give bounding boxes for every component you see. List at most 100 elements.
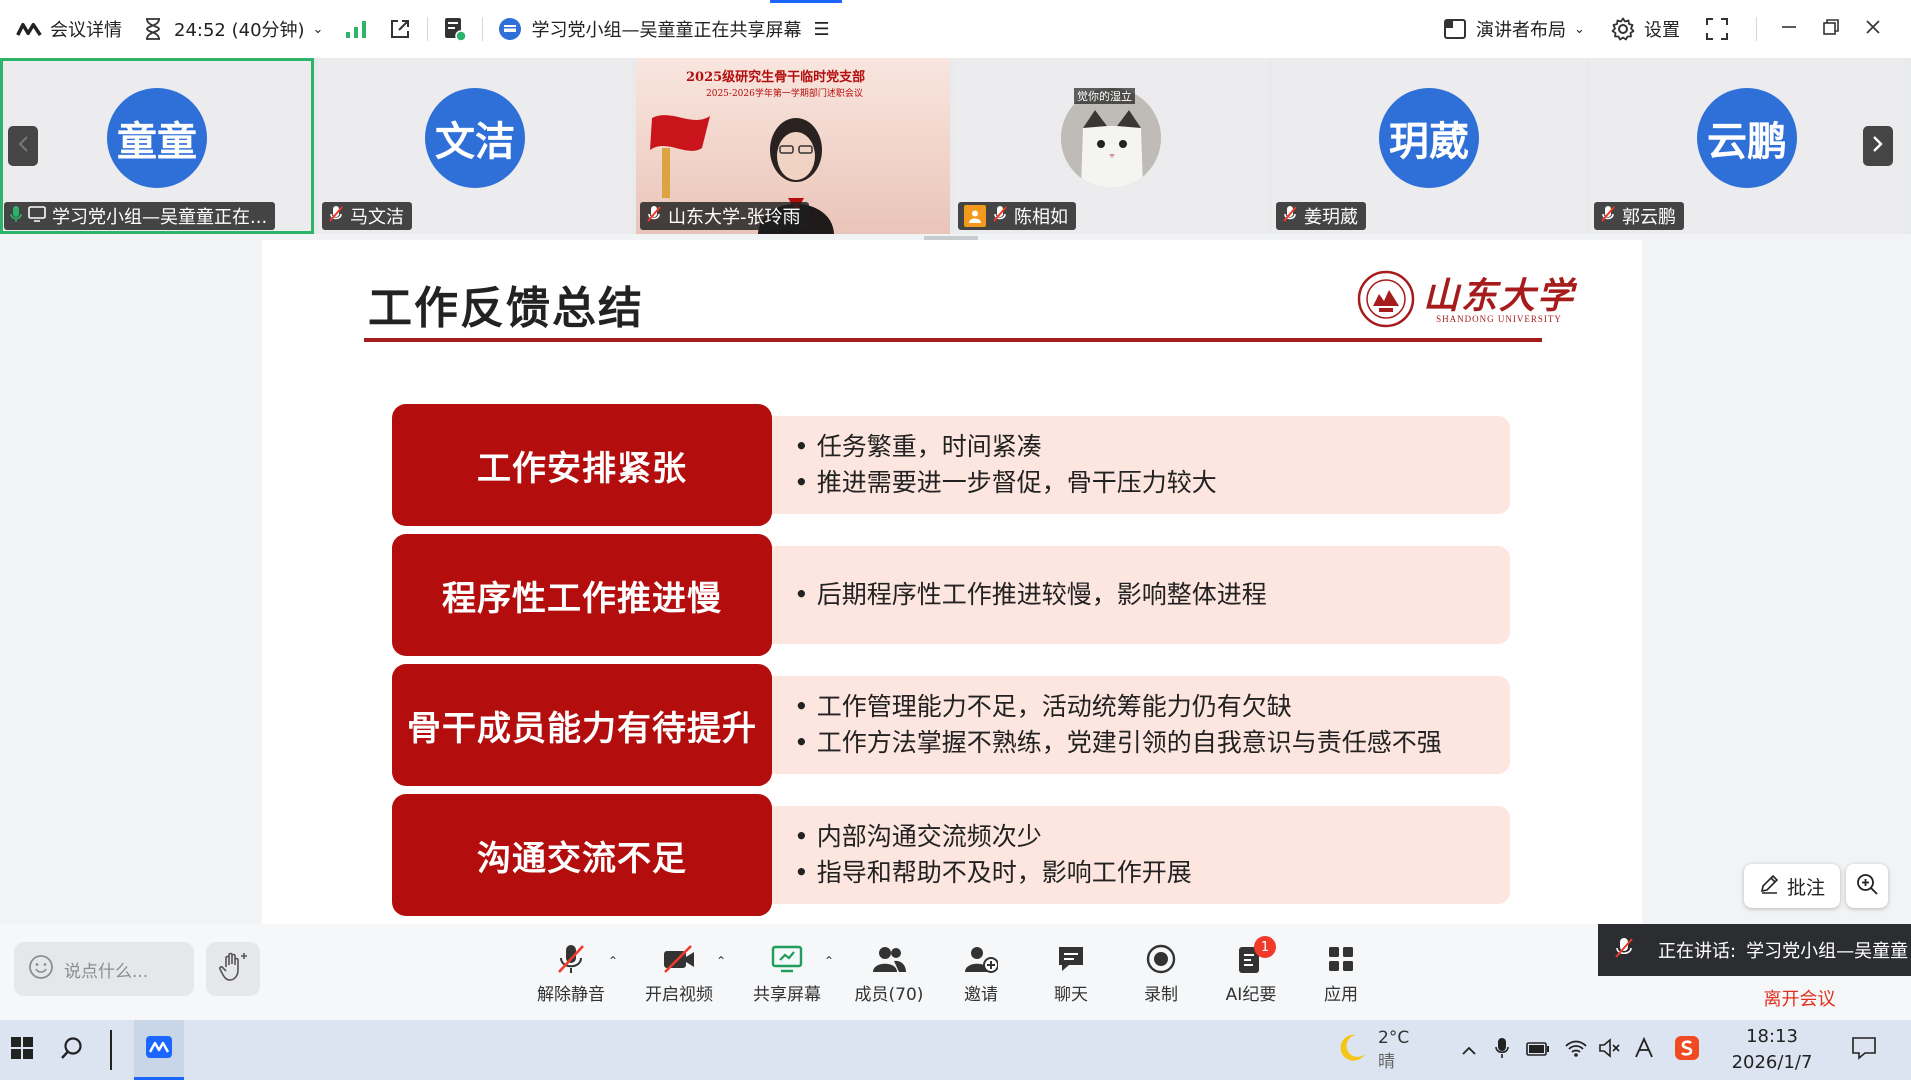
zoom-in-button[interactable] <box>1846 864 1888 908</box>
layout-button[interactable]: 演讲者布局 ⌄ <box>1442 0 1585 58</box>
notification-badge: 1 <box>1254 936 1276 958</box>
start-video-button[interactable]: 开启视频 <box>634 942 724 1005</box>
strip-next-button[interactable] <box>1863 126 1893 166</box>
logo-text-main: 山东大学 <box>1423 275 1576 317</box>
avatar: 文洁 <box>425 88 525 188</box>
emoji-icon <box>28 954 54 985</box>
participant-tile[interactable]: 觉你的湿立 陈相如 <box>954 58 1268 234</box>
members-button[interactable]: 成员(70) <box>844 942 934 1005</box>
ime-icon <box>1633 1036 1655 1063</box>
chat-icon <box>1054 942 1088 976</box>
taskbar-divider <box>108 1020 114 1080</box>
logo-text: 山东大学 SHANDONG UNIVERSITY <box>1423 278 1575 324</box>
chevron-up-icon[interactable]: ⌃ <box>608 954 618 968</box>
share-screen-button[interactable]: 共享屏幕 <box>742 942 832 1005</box>
row-points: 任务繁重，时间紧凑 推进需要进一步督促，骨干压力较大 <box>752 416 1510 514</box>
avatar: 童童 <box>107 88 207 188</box>
ai-minutes-button[interactable]: 1 AI纪要 <box>1206 936 1296 1005</box>
participant-tile[interactable]: 文洁 马文洁 <box>318 58 632 234</box>
fullscreen-button[interactable] <box>1704 0 1730 58</box>
start-button[interactable] <box>4 1020 40 1080</box>
timer-text: 24:52 (40分钟) <box>174 20 305 41</box>
participant-tile[interactable]: 童童 学习党小组—吴童童正在... <box>0 58 314 234</box>
record-button[interactable]: 录制 <box>1116 942 1206 1005</box>
participant-namebar: 姜玥葳 <box>1276 202 1366 230</box>
meeting-toolbar: 说点什么... 解除静音 ⌃ 开启视频 ⌃ 共享屏幕 ⌃ 成员(70) 邀请 聊… <box>0 924 1598 1020</box>
network-tray-button[interactable] <box>1562 1020 1590 1080</box>
strip-prev-button[interactable] <box>8 126 38 166</box>
row-point: 指导和帮助不及时，影响工作开展 <box>794 855 1510 891</box>
annotate-button[interactable]: 批注 <box>1744 864 1840 908</box>
volume-tray-button[interactable] <box>1596 1020 1624 1080</box>
participant-namebar: 学习党小组—吴童童正在... <box>4 202 276 230</box>
participant-name: 陈相如 <box>1014 207 1068 228</box>
chat-button[interactable]: 聊天 <box>1026 942 1116 1005</box>
network-signal-button[interactable] <box>343 0 369 58</box>
temperature: 2°C <box>1378 1028 1410 1048</box>
row-label: 骨干成员能力有待提升 <box>392 664 772 786</box>
avatar: 云鹏 <box>1697 88 1797 188</box>
weather-condition: 晴 <box>1378 1052 1395 1072</box>
row-point: 后期程序性工作推进较慢，影响整体进程 <box>794 577 1510 613</box>
search-icon <box>60 1036 84 1064</box>
chevron-up-icon[interactable]: ⌃ <box>824 954 834 968</box>
screen-share-status[interactable]: 学习党小组—吴童童正在共享屏幕 ☰ <box>497 0 830 58</box>
notification-center-button[interactable] <box>1846 1020 1882 1080</box>
camera-off-icon <box>662 942 696 976</box>
taskbar-clock[interactable]: 18:13 2026/1/7 <box>1712 1024 1832 1076</box>
volume-muted-icon <box>1598 1038 1622 1062</box>
tencent-meeting-app-icon <box>146 1035 172 1062</box>
search-button[interactable] <box>54 1020 90 1080</box>
microphone-tray-button[interactable] <box>1490 1020 1514 1080</box>
pen-icon <box>1759 874 1779 899</box>
annotate-label: 批注 <box>1786 876 1825 899</box>
signal-bars-icon <box>343 16 369 42</box>
clock-date: 2026/1/7 <box>1731 1052 1813 1073</box>
unmute-button[interactable]: 解除静音 <box>526 942 616 1005</box>
share-screen-icon <box>770 942 804 976</box>
close-button[interactable] <box>1864 0 1882 58</box>
chevron-up-icon[interactable]: ⌃ <box>716 954 726 968</box>
layout-icon <box>1442 16 1468 42</box>
invite-button[interactable]: 邀请 <box>936 942 1026 1005</box>
participant-namebar: 马文洁 <box>322 202 412 230</box>
minimize-button[interactable] <box>1780 0 1798 58</box>
participant-video-tile[interactable]: 2025级研究生骨干临时党支部 2025-2026学年第一学期部门述职会议 山东… <box>636 58 950 234</box>
tool-label: 解除静音 <box>537 985 605 1005</box>
tool-label: 录制 <box>1144 985 1178 1005</box>
show-hidden-icons-button[interactable] <box>1456 1020 1482 1080</box>
apps-button[interactable]: 应用 <box>1296 942 1386 1005</box>
moon-icon <box>1336 1032 1368 1068</box>
participant-name: 马文洁 <box>350 207 404 228</box>
quick-chat-input[interactable]: 说点什么... <box>14 942 194 996</box>
settings-button[interactable]: 设置 <box>1610 0 1680 58</box>
restore-button[interactable] <box>1822 0 1840 58</box>
input-method-button[interactable] <box>1630 1020 1658 1080</box>
university-seal-icon <box>1357 270 1415 332</box>
participant-tile[interactable]: 云鹏 郭云鹏 <box>1590 58 1904 234</box>
popout-button[interactable] <box>387 0 413 58</box>
weather-widget[interactable]: 2°C 晴 <box>1336 1026 1409 1074</box>
share-globe-icon <box>497 16 523 42</box>
tencent-meeting-taskbar-button[interactable] <box>134 1020 184 1080</box>
avatar: 玥葳 <box>1379 88 1479 188</box>
wifi-icon <box>1564 1038 1588 1062</box>
meeting-timer[interactable]: 24:52 (40分钟) ⌄ <box>140 0 323 58</box>
chevron-left-icon <box>17 135 29 157</box>
close-icon <box>1864 18 1882 41</box>
restore-icon <box>1822 18 1840 41</box>
raise-hand-button[interactable] <box>206 942 260 996</box>
leave-meeting-button[interactable]: 离开会议 <box>1764 985 1836 1011</box>
document-button[interactable] <box>442 0 468 58</box>
sogou-ime-button[interactable] <box>1672 1020 1702 1080</box>
battery-tray-button[interactable] <box>1524 1020 1552 1080</box>
participant-tile[interactable]: 玥葳 姜玥葳 <box>1272 58 1586 234</box>
participant-name: 姜玥葳 <box>1304 207 1358 228</box>
zoom-in-icon <box>1856 873 1878 900</box>
sogou-icon <box>1674 1035 1700 1065</box>
flag-decoration <box>642 108 712 198</box>
meeting-details-button[interactable]: 会议详情 <box>16 0 122 58</box>
menu-icon: ☰ <box>813 18 830 40</box>
share-title: 学习党小组—吴童童正在共享屏幕 <box>531 20 802 41</box>
participant-namebar: 郭云鹏 <box>1594 202 1684 230</box>
